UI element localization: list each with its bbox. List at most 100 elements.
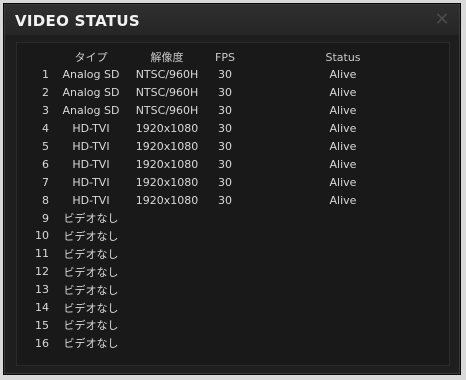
status-cell [243,209,443,227]
video-status-table-panel: タイプ 解像度 FPS Status 1 Analog SD NTSC/960H 30… [16,42,450,366]
status-cell: Alive [329,104,357,118]
video-type-cell: ビデオなし [63,247,119,261]
video-type-cell: ビデオなし [63,319,119,333]
fps-cell [207,316,243,334]
fps-cell [207,299,243,317]
column-header-status: Status [325,50,361,64]
video-type-cell: HD-TVI [72,193,110,207]
fps-cell: 30 [218,140,232,153]
column-header-fps: FPS [215,50,235,64]
video-type-cell: ビデオなし [63,229,119,243]
status-cell [243,299,443,317]
status-cell [243,334,443,352]
channel-number-cell: 14 [35,301,49,315]
fps-cell [207,263,243,281]
status-cell: Alive [329,122,357,136]
status-cell [243,245,443,263]
table-row: 6 HD-TVI 1920x1080 30 Alive [17,155,443,173]
column-header-number [17,48,55,66]
table-row: 8 HD-TVI 1920x1080 30 Alive [17,191,443,209]
video-type-cell: Analog SD [62,86,120,100]
video-type-cell: HD-TVI [72,157,110,171]
fps-cell [207,334,243,352]
table-row: 9 ビデオなし [17,209,443,227]
channel-number-cell: 7 [42,175,49,189]
video-type-cell: HD-TVI [72,122,110,136]
channel-number-cell: 12 [35,265,49,279]
table-row: 3 Analog SD NTSC/960H 30 Alive [17,102,443,120]
table-header-row: タイプ 解像度 FPS Status [17,48,443,66]
channel-number-cell: 15 [35,318,49,332]
status-cell [243,263,443,281]
video-type-cell: ビデオなし [63,283,119,297]
title-bar: VIDEO STATUS ✕ [5,5,459,35]
fps-cell: 30 [218,122,232,136]
fps-cell: 30 [218,104,232,118]
fps-cell [207,227,243,245]
resolution-cell: 1920x1080 [135,193,199,207]
resolution-cell: NTSC/960H [135,86,199,100]
resolution-cell [127,281,207,299]
resolution-cell [127,299,207,317]
resolution-cell [127,209,207,227]
video-type-cell: Analog SD [62,104,120,118]
table-row: 11 ビデオなし [17,245,443,263]
table-row: 12 ビデオなし [17,263,443,281]
fps-cell: 30 [218,175,232,189]
fps-cell: 30 [218,86,232,100]
channel-number-cell: 6 [42,157,49,171]
status-cell: Alive [329,68,357,82]
status-cell [243,227,443,245]
table-row: 4 HD-TVI 1920x1080 30 Alive [17,120,443,138]
channel-number-cell: 11 [35,247,49,261]
resolution-cell: 1920x1080 [135,157,199,171]
table-row: 5 HD-TVI 1920x1080 30 Alive [17,138,443,156]
resolution-cell: 1920x1080 [135,175,199,189]
channel-number-cell: 2 [42,86,49,100]
table-row: 7 HD-TVI 1920x1080 30 Alive [17,173,443,191]
channel-number-cell: 16 [35,336,49,350]
status-cell: Alive [329,193,357,207]
status-cell: Alive [329,86,357,100]
fps-cell [207,245,243,263]
status-cell [243,316,443,334]
video-status-dialog: VIDEO STATUS ✕ タイプ 解像度 FPS Status 1 Analo… [3,3,461,375]
close-icon[interactable]: ✕ [433,11,451,29]
resolution-cell [127,245,207,263]
channel-number-cell: 9 [42,211,49,225]
resolution-cell: 1920x1080 [135,140,199,153]
table-row: 14 ビデオなし [17,299,443,317]
fps-cell: 30 [218,68,232,82]
resolution-cell: NTSC/960H [135,104,199,118]
resolution-cell [127,263,207,281]
table-row: 16 ビデオなし [17,334,443,352]
table-row: 1 Analog SD NTSC/960H 30 Alive [17,66,443,84]
channel-number-cell: 1 [42,68,49,82]
fps-cell: 30 [218,193,232,207]
channel-number-cell: 8 [42,193,49,207]
channel-number-cell: 5 [42,140,49,153]
column-header-resolution: 解像度 [150,51,184,64]
video-type-cell: HD-TVI [72,175,110,189]
resolution-cell [127,334,207,352]
status-cell: Alive [329,140,357,153]
video-type-cell: HD-TVI [72,140,110,153]
column-header-type: タイプ [74,51,108,64]
video-type-cell: Analog SD [62,68,120,82]
video-type-cell: ビデオなし [63,212,119,226]
channel-number-cell: 3 [42,104,49,118]
table-row: 2 Analog SD NTSC/960H 30 Alive [17,84,443,102]
resolution-cell: NTSC/960H [135,68,199,82]
dialog-title: VIDEO STATUS [15,12,140,30]
fps-cell: 30 [218,157,232,171]
video-type-cell: ビデオなし [63,301,119,315]
video-type-cell: ビデオなし [63,337,119,351]
status-cell [243,281,443,299]
channel-number-cell: 13 [35,283,49,297]
resolution-cell: 1920x1080 [135,122,199,136]
status-cell: Alive [329,157,357,171]
table-row: 13 ビデオなし [17,281,443,299]
status-cell: Alive [329,175,357,189]
table-row: 10 ビデオなし [17,227,443,245]
channel-number-cell: 4 [42,122,49,136]
